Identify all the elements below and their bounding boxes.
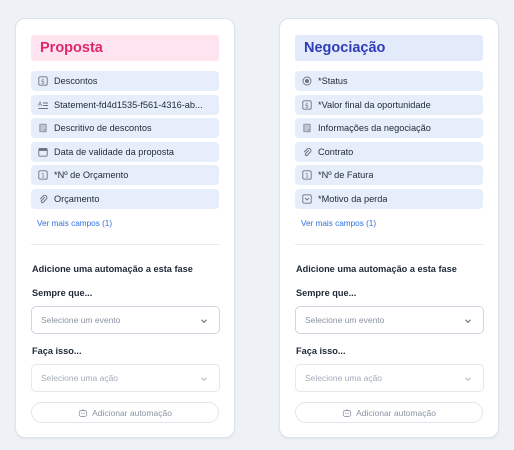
chevron-down-icon <box>199 374 209 384</box>
attachment-icon <box>302 147 312 157</box>
field-item[interactable]: Informações da negociação <box>295 118 483 139</box>
field-item[interactable]: 1 *Nº de Fatura <box>295 165 483 186</box>
field-label: *Status <box>318 76 348 86</box>
phase-card-proposta: Proposta $ Descontos A Statement-fd4d153… <box>15 18 235 438</box>
automation-title: Adicione uma automação a esta fase <box>296 264 457 274</box>
field-label: Orçamento <box>54 193 100 204</box>
more-fields-link[interactable]: Ver mais campos (1) <box>301 219 376 228</box>
add-automation-button[interactable]: Adicionar automação <box>295 402 483 423</box>
field-label: Descontos <box>54 76 98 86</box>
text-format-icon: A <box>38 100 48 110</box>
action-placeholder: Selecione uma ação <box>305 373 383 383</box>
field-label: Data de validade da proposta <box>54 146 175 157</box>
event-select[interactable]: Selecione um evento <box>31 306 220 334</box>
add-automation-button[interactable]: Adicionar automação <box>31 402 219 423</box>
event-select[interactable]: Selecione um evento <box>295 306 484 334</box>
divider <box>295 244 483 245</box>
add-automation-label: Adicionar automação <box>92 407 172 418</box>
phase-title[interactable]: Proposta <box>31 35 219 61</box>
field-item[interactable]: *Status <box>295 71 483 91</box>
event-placeholder: Selecione um evento <box>305 315 385 325</box>
more-fields-link[interactable]: Ver mais campos (1) <box>37 219 112 228</box>
do-label: Faça isso... <box>296 346 346 356</box>
automation-title: Adicione uma automação a esta fase <box>32 264 193 274</box>
field-item[interactable]: $ Descontos <box>31 71 219 91</box>
svg-text:A: A <box>38 101 43 108</box>
robot-icon <box>78 408 88 418</box>
document-icon <box>38 123 48 133</box>
field-item[interactable]: A Statement-fd4d1535-f561-4316-ab... <box>31 94 219 115</box>
field-label: Contrato <box>318 146 354 157</box>
chevron-down-icon <box>463 374 473 384</box>
field-label: Statement-fd4d1535-f561-4316-ab... <box>54 99 203 110</box>
svg-text:$: $ <box>41 78 45 86</box>
field-item[interactable]: Data de validade da proposta <box>31 141 219 162</box>
action-select[interactable]: Selecione uma ação <box>31 364 220 392</box>
action-select[interactable]: Selecione uma ação <box>295 364 484 392</box>
svg-text:1: 1 <box>41 172 45 180</box>
field-item[interactable]: 1 *Nº de Orçamento <box>31 165 219 186</box>
number-icon: 1 <box>38 170 48 181</box>
field-label: *Motivo da perda <box>318 193 388 204</box>
divider <box>31 244 219 245</box>
field-label: *Nº de Orçamento <box>54 170 129 181</box>
radio-icon <box>302 76 312 86</box>
field-label: *Nº de Fatura <box>318 170 374 181</box>
action-placeholder: Selecione uma ação <box>41 373 119 383</box>
dropdown-icon <box>302 194 312 204</box>
field-label: Informações da negociação <box>318 123 431 134</box>
field-item[interactable]: Orçamento <box>31 188 219 209</box>
when-label: Sempre que... <box>296 288 357 298</box>
number-icon: 1 <box>302 170 312 181</box>
currency-icon: $ <box>38 76 48 86</box>
phase-card-negociacao: Negociação *Status $ *Valor final da opo… <box>279 18 499 438</box>
document-icon <box>302 123 312 133</box>
field-item[interactable]: Descritivo de descontos <box>31 118 219 139</box>
chevron-down-icon <box>199 316 209 326</box>
when-label: Sempre que... <box>32 288 93 298</box>
chevron-down-icon <box>463 316 473 326</box>
phase-title[interactable]: Negociação <box>295 35 483 61</box>
currency-icon: $ <box>302 99 312 110</box>
robot-icon <box>342 408 352 418</box>
event-placeholder: Selecione um evento <box>41 315 121 325</box>
field-item[interactable]: *Motivo da perda <box>295 188 483 209</box>
calendar-icon <box>38 147 48 157</box>
field-label: Descritivo de descontos <box>54 123 152 134</box>
field-item[interactable]: Contrato <box>295 141 483 162</box>
field-item[interactable]: $ *Valor final da oportunidade <box>295 94 483 115</box>
field-list: *Status $ *Valor final da oportunidade I… <box>295 71 483 213</box>
do-label: Faça isso... <box>32 346 82 356</box>
field-label: *Valor final da oportunidade <box>318 99 431 110</box>
svg-text:$: $ <box>305 101 309 109</box>
field-list: $ Descontos A Statement-fd4d1535-f561-43… <box>31 71 219 213</box>
attachment-icon <box>38 194 48 204</box>
add-automation-label: Adicionar automação <box>356 407 436 418</box>
svg-text:1: 1 <box>305 172 309 180</box>
